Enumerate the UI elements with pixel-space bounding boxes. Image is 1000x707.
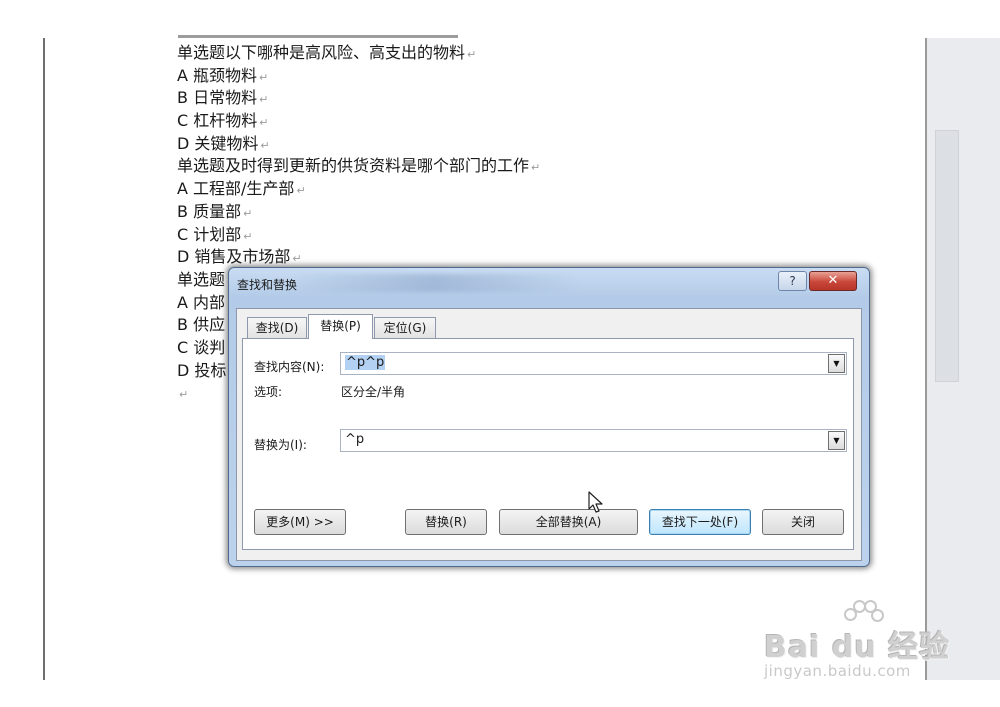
options-label: 选项: bbox=[254, 385, 283, 399]
chevron-down-icon[interactable]: ▼ bbox=[828, 431, 845, 450]
doc-line: B 质量部 ↵ bbox=[177, 201, 253, 221]
paragraph-mark-icon: ↵ bbox=[531, 161, 541, 175]
canvas-background bbox=[0, 0, 43, 680]
paragraph-mark-icon: ↵ bbox=[296, 184, 306, 198]
doc-line: D 销售及市场部 ↵ bbox=[177, 247, 302, 267]
paragraph-mark-icon: ↵ bbox=[243, 229, 253, 243]
close-button[interactable]: 关闭 bbox=[762, 509, 844, 535]
paragraph-mark-icon: ↵ bbox=[243, 206, 253, 220]
bottom-margin bbox=[0, 680, 1000, 707]
tab-replace[interactable]: 替换(P) bbox=[308, 314, 373, 339]
close-icon[interactable]: ✕ bbox=[809, 271, 857, 291]
paragraph-mark-icon: ↵ bbox=[292, 252, 302, 266]
replace-all-button[interactable]: 全部替换(A) bbox=[499, 509, 638, 535]
find-next-button[interactable]: 查找下一处(F) bbox=[649, 509, 751, 535]
scrollbar-thumb[interactable] bbox=[935, 130, 959, 382]
find-replace-dialog[interactable]: 查找和替换 ? ✕ 查找(D) 替换(P) 定位(G) 查找内容(N): ^p^… bbox=[228, 267, 870, 567]
watermark-brand: Bai du 经验 bbox=[764, 630, 951, 665]
replace-button[interactable]: 替换(R) bbox=[405, 509, 487, 535]
paragraph-mark-icon: ↵ bbox=[179, 388, 189, 402]
chevron-down-icon[interactable]: ▼ bbox=[828, 354, 845, 373]
paragraph-mark-icon: ↵ bbox=[260, 138, 270, 152]
mouse-cursor-icon bbox=[588, 491, 603, 513]
find-what-label: 查找内容(N): bbox=[254, 360, 325, 374]
tab-find[interactable]: 查找(D) bbox=[247, 317, 307, 338]
doc-line: C 计划部 ↵ bbox=[177, 224, 253, 244]
paragraph-mark-icon: ↵ bbox=[467, 48, 477, 61]
more-button[interactable]: 更多(M) >> bbox=[254, 509, 346, 535]
paragraph-mark-icon: ↵ bbox=[259, 116, 269, 130]
doc-line: C 杠杆物料 ↵ bbox=[177, 111, 269, 131]
find-what-value[interactable]: ^p^p bbox=[345, 355, 386, 370]
help-button[interactable]: ? bbox=[778, 271, 807, 291]
doc-line: B 日常物料 ↵ bbox=[177, 88, 269, 108]
dialog-title: 查找和替换 bbox=[237, 278, 298, 292]
find-what-combobox[interactable]: ^p^p ▼ bbox=[340, 352, 847, 375]
doc-line: A 工程部/生产部 ↵ bbox=[177, 179, 306, 199]
replace-with-combobox[interactable]: ^p ▼ bbox=[340, 429, 847, 452]
options-value: 区分全/半角 bbox=[341, 385, 406, 399]
paragraph-mark-icon: ↵ bbox=[259, 93, 269, 107]
doc-line: D 关键物料 ↵ bbox=[177, 133, 270, 153]
blurred-title-backdrop bbox=[289, 274, 579, 292]
paragraph-mark-icon: ↵ bbox=[259, 70, 269, 84]
watermark-url: jingyan.baidu.com bbox=[764, 662, 911, 680]
replace-with-label: 替换为(I): bbox=[254, 438, 307, 452]
cut-off-top-line bbox=[178, 33, 458, 39]
replace-with-value[interactable]: ^p bbox=[345, 432, 364, 447]
doc-line: 单选题以下哪种是高风险、高支出的物料 ↵ bbox=[177, 43, 477, 62]
doc-line: 单选题及时得到更新的供货资料是哪个部门的工作 ↵ bbox=[177, 156, 541, 176]
doc-line: A 瓶颈物料 ↵ bbox=[177, 65, 269, 85]
tab-goto[interactable]: 定位(G) bbox=[374, 317, 436, 338]
